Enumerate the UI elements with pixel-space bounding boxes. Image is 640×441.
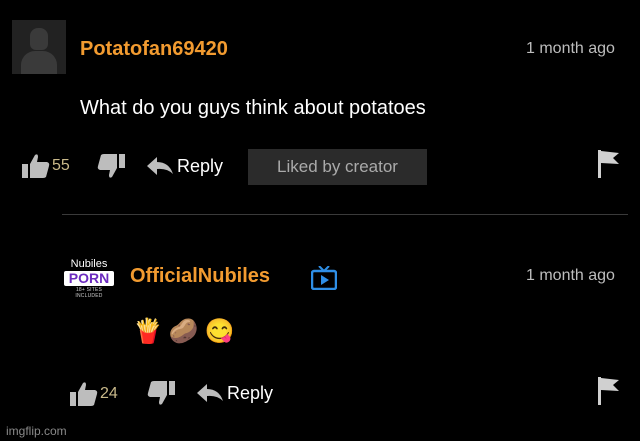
thumbs-up-icon: [70, 382, 98, 406]
avatar-logo-top: Nubiles: [70, 258, 108, 270]
thumbs-up-button[interactable]: [22, 153, 50, 179]
fries-emoji: 🍟: [133, 318, 163, 345]
reply-button[interactable]: [147, 157, 173, 175]
verified-channel-icon: [310, 265, 338, 295]
liked-by-creator-badge: Liked by creator: [248, 149, 427, 185]
thumbs-down-button[interactable]: [147, 380, 175, 406]
potato-emoji: 🥔: [168, 318, 199, 345]
thumbs-down-icon: [97, 154, 125, 178]
avatar-body: [21, 51, 57, 74]
reply-arrow-icon: [147, 157, 173, 175]
thumbs-up-icon: [22, 154, 50, 178]
report-flag-button[interactable]: [598, 150, 620, 178]
avatar-head: [30, 28, 48, 50]
thumbs-up-button[interactable]: [70, 381, 98, 407]
official-avatar[interactable]: Nubiles PORN 18+ SITES INCLUDED: [63, 258, 115, 299]
avatar-logo-middle: PORN: [64, 271, 114, 286]
comment-text: What do you guys think about potatoes: [80, 97, 426, 119]
reply-button[interactable]: [197, 384, 223, 402]
avatar-logo-bottom: 18+ SITES INCLUDED: [75, 287, 103, 299]
comment-timestamp: 1 month ago: [526, 40, 615, 57]
flag-icon: [598, 150, 619, 178]
like-count: 55: [52, 157, 70, 174]
yum-face-emoji: 😋: [204, 318, 235, 345]
flag-icon: [598, 377, 619, 405]
like-count: 24: [100, 385, 118, 402]
comment-divider: [62, 214, 628, 215]
thumbs-down-icon: [147, 381, 175, 405]
reply-timestamp: 1 month ago: [526, 267, 615, 284]
reply-arrow-icon: [197, 384, 223, 402]
watermark: imgflip.com: [6, 424, 67, 438]
reply-emoji-text: 🍟 🥔 😋: [133, 320, 235, 344]
thumbs-down-button[interactable]: [97, 153, 125, 179]
reply-label[interactable]: Reply: [227, 383, 273, 404]
tv-icon: [310, 265, 338, 291]
reply-label[interactable]: Reply: [177, 156, 223, 177]
report-flag-button[interactable]: [598, 377, 620, 405]
user-avatar[interactable]: [12, 20, 66, 74]
reply-username[interactable]: OfficialNubiles: [130, 265, 270, 288]
comment-username[interactable]: Potatofan69420: [80, 38, 228, 61]
